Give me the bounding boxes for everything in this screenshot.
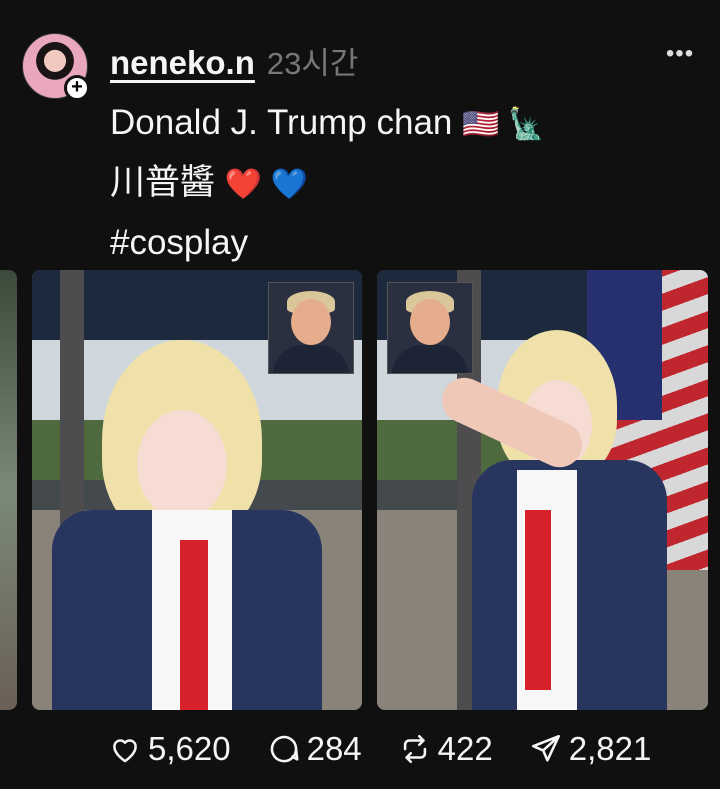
- inset-photo: [387, 282, 473, 374]
- hashtag-cosplay[interactable]: #cosplay: [110, 214, 690, 272]
- carousel-photo-previous[interactable]: [0, 270, 17, 710]
- red-tie: [525, 510, 551, 690]
- follow-plus-icon[interactable]: +: [64, 75, 90, 101]
- caption-text-2: 川普醬: [110, 163, 216, 202]
- inset-photo: [268, 282, 354, 374]
- action-bar: 5,620 284 422 2,821: [108, 730, 687, 768]
- post-time: 23시간: [266, 46, 359, 81]
- caption-emoji-2: ❤️ 💙: [224, 168, 308, 201]
- like-button[interactable]: 5,620: [108, 730, 231, 768]
- caption-text-1: Donald J. Trump chan: [110, 103, 453, 142]
- avatar-button[interactable]: +: [22, 33, 90, 101]
- repost-icon: [403, 734, 426, 764]
- caption-line-2: 川普醬 ❤️ 💙: [110, 154, 690, 214]
- carousel-photo-2[interactable]: [377, 270, 708, 710]
- red-tie: [180, 540, 208, 710]
- heart-icon: [113, 739, 137, 763]
- caption-line-1: Donald J. Trump chan 🇺🇸 🗽: [110, 94, 690, 154]
- carousel-photo-1[interactable]: [32, 270, 362, 710]
- post-caption: Donald J. Trump chan 🇺🇸 🗽 川普醬 ❤️ 💙 #cosp…: [110, 94, 690, 272]
- face: [137, 410, 227, 520]
- comment-button[interactable]: 284: [267, 730, 362, 768]
- like-count: 5,620: [148, 730, 231, 767]
- repost-count: 422: [437, 730, 493, 767]
- repost-button[interactable]: 422: [398, 730, 493, 768]
- more-horizontal-icon: •••: [665, 40, 695, 67]
- username-link[interactable]: neneko.n: [110, 44, 255, 82]
- more-options-button[interactable]: •••: [665, 40, 695, 70]
- comment-icon: [270, 735, 299, 763]
- share-count: 2,821: [568, 730, 652, 767]
- caption-emoji-1: 🇺🇸 🗽: [462, 108, 546, 141]
- post-header: neneko.n 23시간: [110, 38, 358, 81]
- comment-count: 284: [306, 730, 362, 767]
- send-icon: [531, 734, 560, 762]
- share-button[interactable]: 2,821: [529, 730, 652, 768]
